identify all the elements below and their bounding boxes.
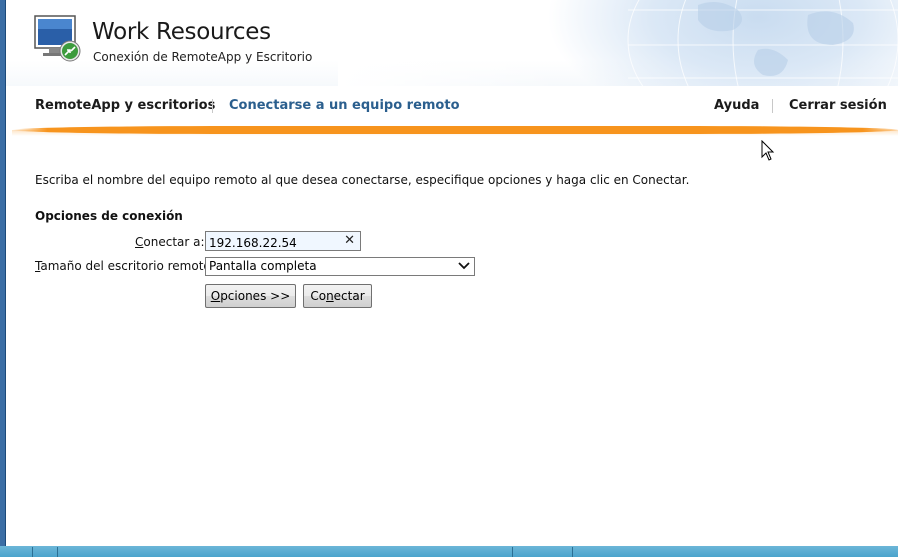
- globe-background: [338, 0, 898, 86]
- chevron-down-icon: [458, 262, 470, 270]
- nav-help[interactable]: Ayuda: [714, 98, 759, 113]
- desktop-size-select[interactable]: Pantalla completa: [205, 257, 475, 276]
- taskbar-separator: [32, 547, 33, 557]
- nav-separator: [772, 99, 773, 113]
- app-title: Work Resources: [92, 19, 271, 45]
- desktop-size-selected-value: Pantalla completa: [209, 259, 317, 273]
- taskbar-separator: [57, 547, 58, 557]
- nav-separator: [212, 99, 213, 113]
- nav-logout[interactable]: Cerrar sesión: [789, 98, 887, 113]
- instructions-text: Escriba el nombre del equipo remoto al q…: [35, 173, 690, 187]
- connect-button[interactable]: Conectar: [303, 284, 372, 308]
- connection-options-heading: Opciones de conexión: [35, 209, 183, 223]
- clear-input-icon[interactable]: ✕: [344, 233, 355, 248]
- app-subtitle: Conexión de RemoteApp y Escritorio: [93, 50, 313, 64]
- options-button[interactable]: Opciones >>: [205, 284, 296, 308]
- header-banner: Work Resources Conexión de RemoteApp y E…: [6, 0, 898, 86]
- desktop-size-label: Tamaño del escritorio remoto:: [35, 259, 215, 273]
- taskbar: [0, 546, 898, 557]
- mouse-pointer-icon: [761, 140, 775, 161]
- nav-connect-remote-pc[interactable]: Conectarse a un equipo remoto: [229, 98, 460, 113]
- taskbar-separator: [572, 547, 573, 557]
- top-navigation: RemoteApp y escritorios Conectarse a un …: [0, 86, 898, 128]
- remote-desktop-logo-icon: [34, 15, 84, 63]
- connect-to-input[interactable]: [206, 234, 339, 252]
- nav-remoteapp-desktops[interactable]: RemoteApp y escritorios: [35, 98, 215, 113]
- connect-to-field[interactable]: ✕: [205, 231, 361, 252]
- connect-to-label: Conectar a:: [135, 235, 205, 249]
- orange-divider: [12, 126, 898, 136]
- taskbar-separator: [512, 547, 513, 557]
